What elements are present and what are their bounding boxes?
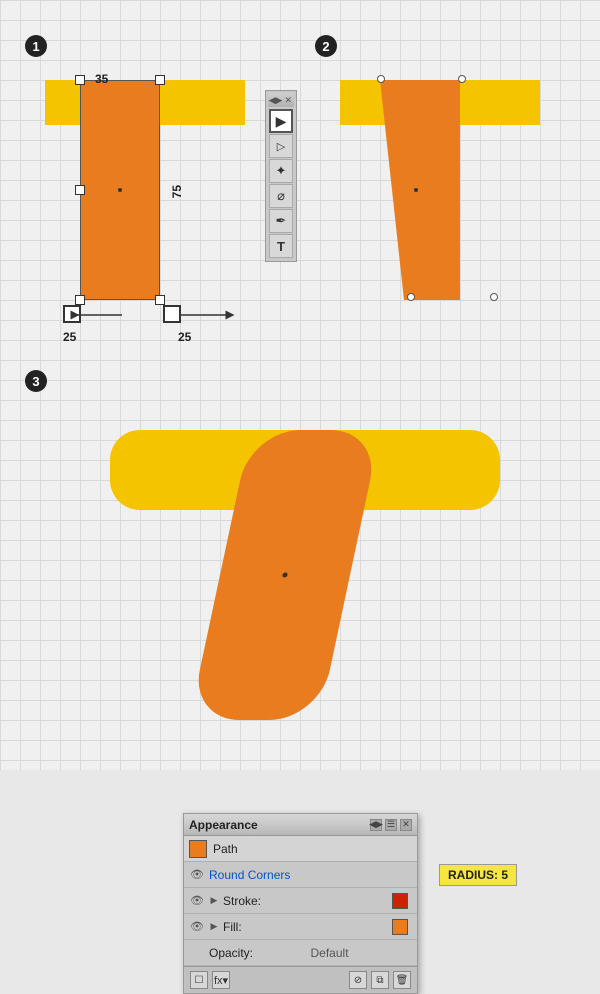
toolbar-titlebar: ◀▶ ✕: [268, 93, 294, 107]
badge-1: 1: [25, 35, 47, 57]
panel-row-stroke[interactable]: 👁 ▶ Stroke:: [184, 888, 417, 914]
path-label: Path: [213, 842, 412, 856]
tool-text[interactable]: T: [269, 234, 293, 258]
panel-menu-btn[interactable]: ☰: [385, 819, 397, 831]
anchor-d2-tr: [458, 75, 466, 83]
canvas-area: 1 35 75 25 25: [0, 0, 600, 770]
footer-copy-btn[interactable]: ⧉: [371, 971, 389, 989]
appearance-panel: Appearance ◀▶ ☰ ✕ Path 👁 Round Corners R…: [183, 813, 418, 994]
panel-row-path: Path: [184, 836, 417, 862]
panel-title: Appearance: [189, 818, 258, 832]
stroke-color-swatch[interactable]: [392, 893, 408, 909]
fill-color-swatch[interactable]: [392, 919, 408, 935]
panel-titlebar: Appearance ◀▶ ☰ ✕: [184, 814, 417, 836]
footer-layer-btn[interactable]: ☐: [190, 971, 208, 989]
center-dot-3: [282, 573, 288, 578]
footer-fx-btn[interactable]: fx▾: [212, 971, 230, 989]
tool-lasso[interactable]: ⌀: [269, 184, 293, 208]
panel-controls: ◀▶ ☰ ✕: [370, 819, 412, 831]
fill-expand-arrow[interactable]: ▶: [209, 922, 219, 932]
badge-3: 3: [25, 370, 47, 392]
center-dot-2: [414, 188, 418, 192]
toolbar-panel: ◀▶ ✕ ▶ ▷ ✦ ⌀ ✒ T: [265, 90, 297, 262]
tool-magic-wand[interactable]: ✦: [269, 159, 293, 183]
opacity-value: Default: [311, 946, 413, 960]
tool-direct-select[interactable]: ▷: [269, 134, 293, 158]
dim-top: 35: [95, 72, 108, 86]
panel-close-btn[interactable]: ✕: [400, 819, 412, 831]
panel-collapse-btn[interactable]: ◀▶: [370, 819, 382, 831]
center-dot: [118, 188, 122, 192]
stroke-label: Stroke:: [223, 894, 392, 908]
fill-label: Fill:: [223, 920, 392, 934]
tool-pen[interactable]: ✒: [269, 209, 293, 233]
anchor-tl: [75, 75, 85, 85]
anchor-ml: [75, 185, 85, 195]
eye-icon-fill[interactable]: 👁: [189, 919, 205, 935]
tool-select[interactable]: ▶: [269, 109, 293, 133]
d2-orange-rect: [380, 80, 460, 300]
panel-row-fill[interactable]: 👁 ▶ Fill:: [184, 914, 417, 940]
opacity-label: Opacity:: [209, 946, 311, 960]
eye-icon-round[interactable]: 👁: [189, 867, 205, 883]
diagram2: 2: [310, 25, 580, 355]
anchor-d2-br: [490, 293, 498, 301]
dim-side: 75: [170, 185, 184, 198]
panel-row-round-corners[interactable]: 👁 Round Corners RADIUS: 5: [184, 862, 417, 888]
eye-icon-stroke[interactable]: 👁: [189, 893, 205, 909]
arrows-svg: [55, 295, 255, 335]
anchor-tr: [155, 75, 165, 85]
stroke-expand-arrow[interactable]: ▶: [209, 896, 219, 906]
diagram1: 1 35 75 25 25: [15, 25, 285, 355]
footer-no-btn[interactable]: ⊘: [349, 971, 367, 989]
diagram3: 3: [15, 360, 585, 750]
panel-row-opacity: Opacity: Default: [184, 940, 417, 966]
panel-footer: ☐ fx▾ ⊘ ⧉ 🗑: [184, 966, 417, 993]
round-corners-label: Round Corners: [209, 868, 412, 882]
d1-orange-rect: [80, 80, 160, 300]
footer-delete-btn[interactable]: 🗑: [393, 971, 411, 989]
path-color-swatch: [189, 840, 207, 858]
radius-tooltip: RADIUS: 5: [439, 864, 517, 886]
anchor-d2-tl: [377, 75, 385, 83]
badge-2: 2: [315, 35, 337, 57]
anchor-d2-bl: [407, 293, 415, 301]
